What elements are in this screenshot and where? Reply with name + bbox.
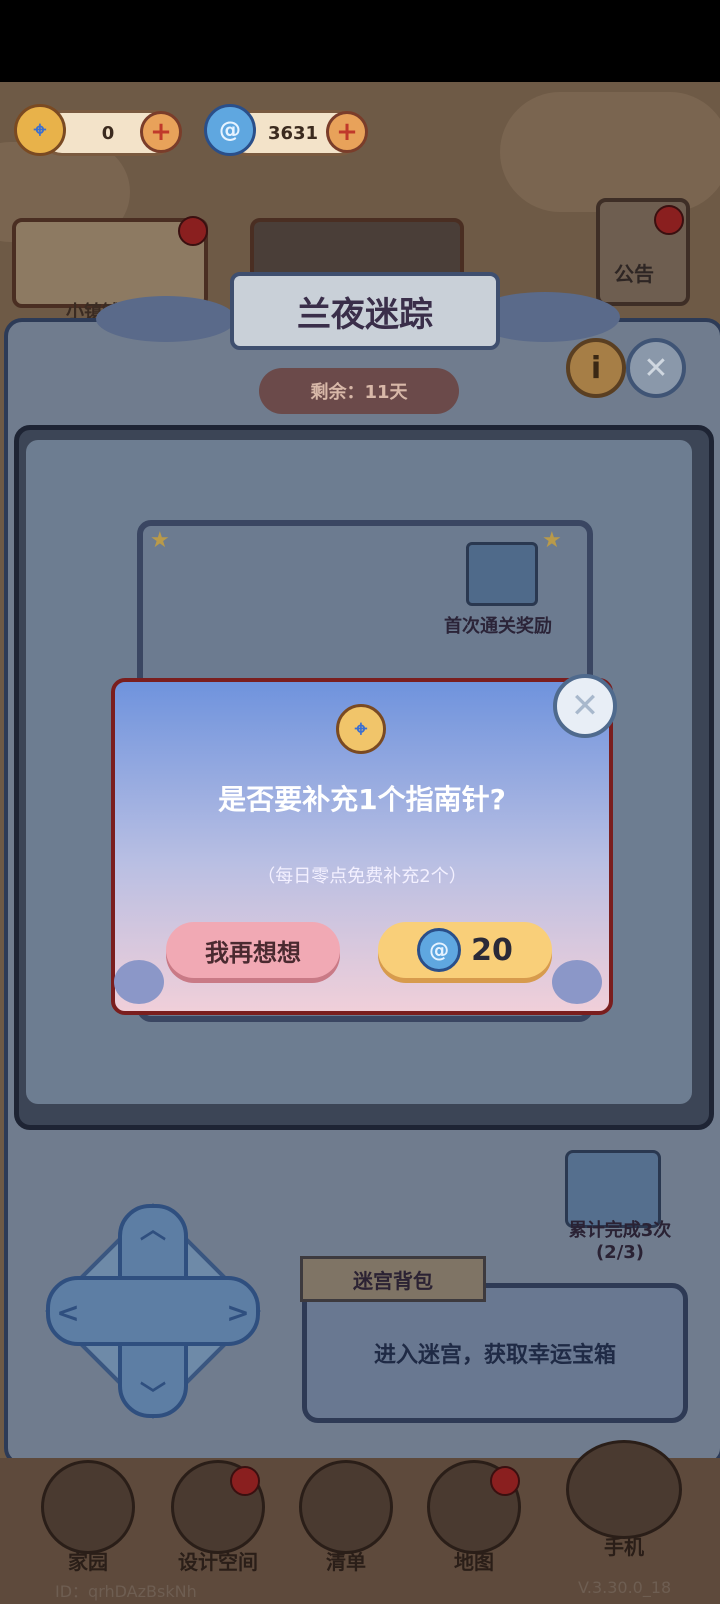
dialog-title: 是否要补充1个指南针? [218, 783, 506, 816]
status-bar [0, 0, 720, 82]
add-compass-button[interactable]: + [140, 111, 182, 153]
notification-dot [490, 1466, 520, 1496]
version-label: V.3.30.0_18 [578, 1578, 672, 1597]
checklist-icon [299, 1460, 393, 1554]
nav-phone[interactable]: 手机 [566, 1440, 682, 1560]
maze-backpack-box: 进入迷宫，获取幸运宝箱 [302, 1283, 688, 1423]
nav-label: 家园 [68, 1550, 108, 1574]
dpad-control: ︿ ﹀ < > [45, 1203, 261, 1419]
flower-decoration [96, 296, 236, 342]
dialog-subtitle: （每日零点免费补充2个） [257, 866, 467, 887]
swirl-gem-icon: @ [204, 104, 256, 156]
nav-label: 设计空间 [178, 1550, 258, 1574]
gift-box-icon [466, 542, 538, 606]
dpad-left-button[interactable]: < [56, 1296, 79, 1329]
notification-dot [230, 1466, 260, 1496]
swirl-gem-icon: @ [417, 928, 462, 972]
dpad-down-button[interactable]: ﹀ [140, 1381, 166, 1411]
cancel-button[interactable]: 我再想想 [166, 922, 340, 978]
remaining-days-badge: 剩余：11天 [259, 368, 459, 414]
home-icon [41, 1460, 135, 1554]
backpack-empty-text: 进入迷宫，获取幸运宝箱 [373, 1343, 616, 1368]
dialog-close-button[interactable]: ✕ [553, 674, 617, 738]
maze-backpack-tab: 迷宫背包 [300, 1256, 486, 1302]
compass-icon: ⌖ [14, 104, 66, 156]
nav-label: 清单 [326, 1550, 366, 1574]
panel-close-button[interactable]: ✕ [626, 338, 686, 398]
star-icon: ★ [542, 528, 562, 553]
nav-label: 地图 [454, 1550, 494, 1574]
notice-label: 公告 [614, 262, 654, 286]
flower-decoration [114, 960, 164, 1004]
gift-box-icon[interactable] [565, 1150, 661, 1228]
compass-icon: ⌖ [336, 704, 386, 754]
confirm-cost: 20 [471, 932, 513, 968]
nav-checklist[interactable]: 清单 [296, 1460, 396, 1580]
notification-dot [654, 205, 684, 235]
cumulative-reward-label: 累计完成3次 (2/3) [568, 1220, 672, 1263]
dpad-up-button[interactable]: ︿ [140, 1215, 166, 1245]
info-button[interactable]: i [566, 338, 626, 398]
event-title: 兰夜迷踪 [230, 272, 500, 350]
first-clear-reward-label: 首次通关奖励 [444, 616, 552, 637]
notification-dot [178, 216, 208, 246]
player-id: ID：qrhDAzBskNh [55, 1582, 197, 1601]
compass-count: 0 [101, 122, 115, 144]
dpad-right-button[interactable]: > [226, 1296, 249, 1329]
nav-label: 手机 [604, 1535, 644, 1559]
cloud-decoration [500, 92, 720, 212]
gem-count: 3631 [267, 122, 319, 144]
phone-icon [566, 1440, 682, 1539]
nav-home[interactable]: 家园 [38, 1460, 138, 1580]
confirm-purchase-button[interactable]: @ 20 [378, 922, 552, 978]
flower-decoration [552, 960, 602, 1004]
add-gem-button[interactable]: + [326, 111, 368, 153]
star-icon: ★ [150, 528, 170, 553]
